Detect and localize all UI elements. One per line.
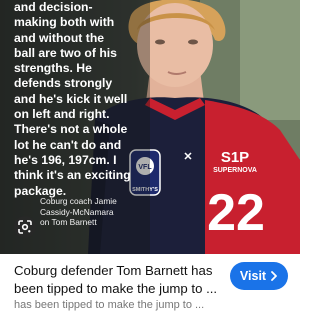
headline-line: been tipped to make the jump to ... xyxy=(14,281,218,296)
google-lens-icon[interactable] xyxy=(14,216,36,238)
quote-line: and decision- xyxy=(14,0,93,14)
photo-caption: Coburg coach Jamie Cassidy-McNamara on T… xyxy=(40,196,140,228)
quote-line: lot he can't do and xyxy=(14,137,122,152)
result-headline[interactable]: Coburg defender Tom Barnett has been tip… xyxy=(14,262,224,312)
quote-text: and decision- making both with and witho… xyxy=(14,0,142,199)
brand-logo: ✕ xyxy=(183,151,192,163)
quote-line: ball are two of his xyxy=(14,45,117,60)
quote-line: and he's kick it well xyxy=(14,91,128,106)
jersey-number: 22 xyxy=(207,184,265,242)
caption-line: Coburg coach Jamie xyxy=(40,196,117,206)
sponsor-mark: S1P xyxy=(221,149,249,166)
visit-label: Visit xyxy=(239,269,267,283)
quote-line: making both with xyxy=(14,15,115,30)
headline-faded-line: has been tipped to make the jump to ... xyxy=(14,299,205,311)
quote-line: defends strongly xyxy=(14,76,113,91)
quote-line: and without the xyxy=(14,30,105,45)
quote-line: There's not a whole xyxy=(14,122,128,137)
lens-glyph xyxy=(18,220,32,234)
caption-line: on Tom Barnett xyxy=(40,217,97,227)
result-image[interactable]: VFL SMITHY'S ✕ S1P SUPERNOVA 22 and deci… xyxy=(0,0,300,254)
headline-line: Coburg defender Tom Barnett has xyxy=(14,263,213,278)
quote-line: strengths. He xyxy=(14,61,92,76)
caption-line: Cassidy-McNamara xyxy=(40,206,114,217)
quote-line: he's 196, 197cm. I xyxy=(14,152,117,167)
visit-button[interactable]: Visit xyxy=(230,262,288,290)
quote-line: on left and right. xyxy=(14,107,110,122)
chevron-right-icon xyxy=(271,271,277,281)
sponsor-name: SUPERNOVA xyxy=(213,167,257,174)
quote-line: think it's an exciting xyxy=(14,168,131,183)
